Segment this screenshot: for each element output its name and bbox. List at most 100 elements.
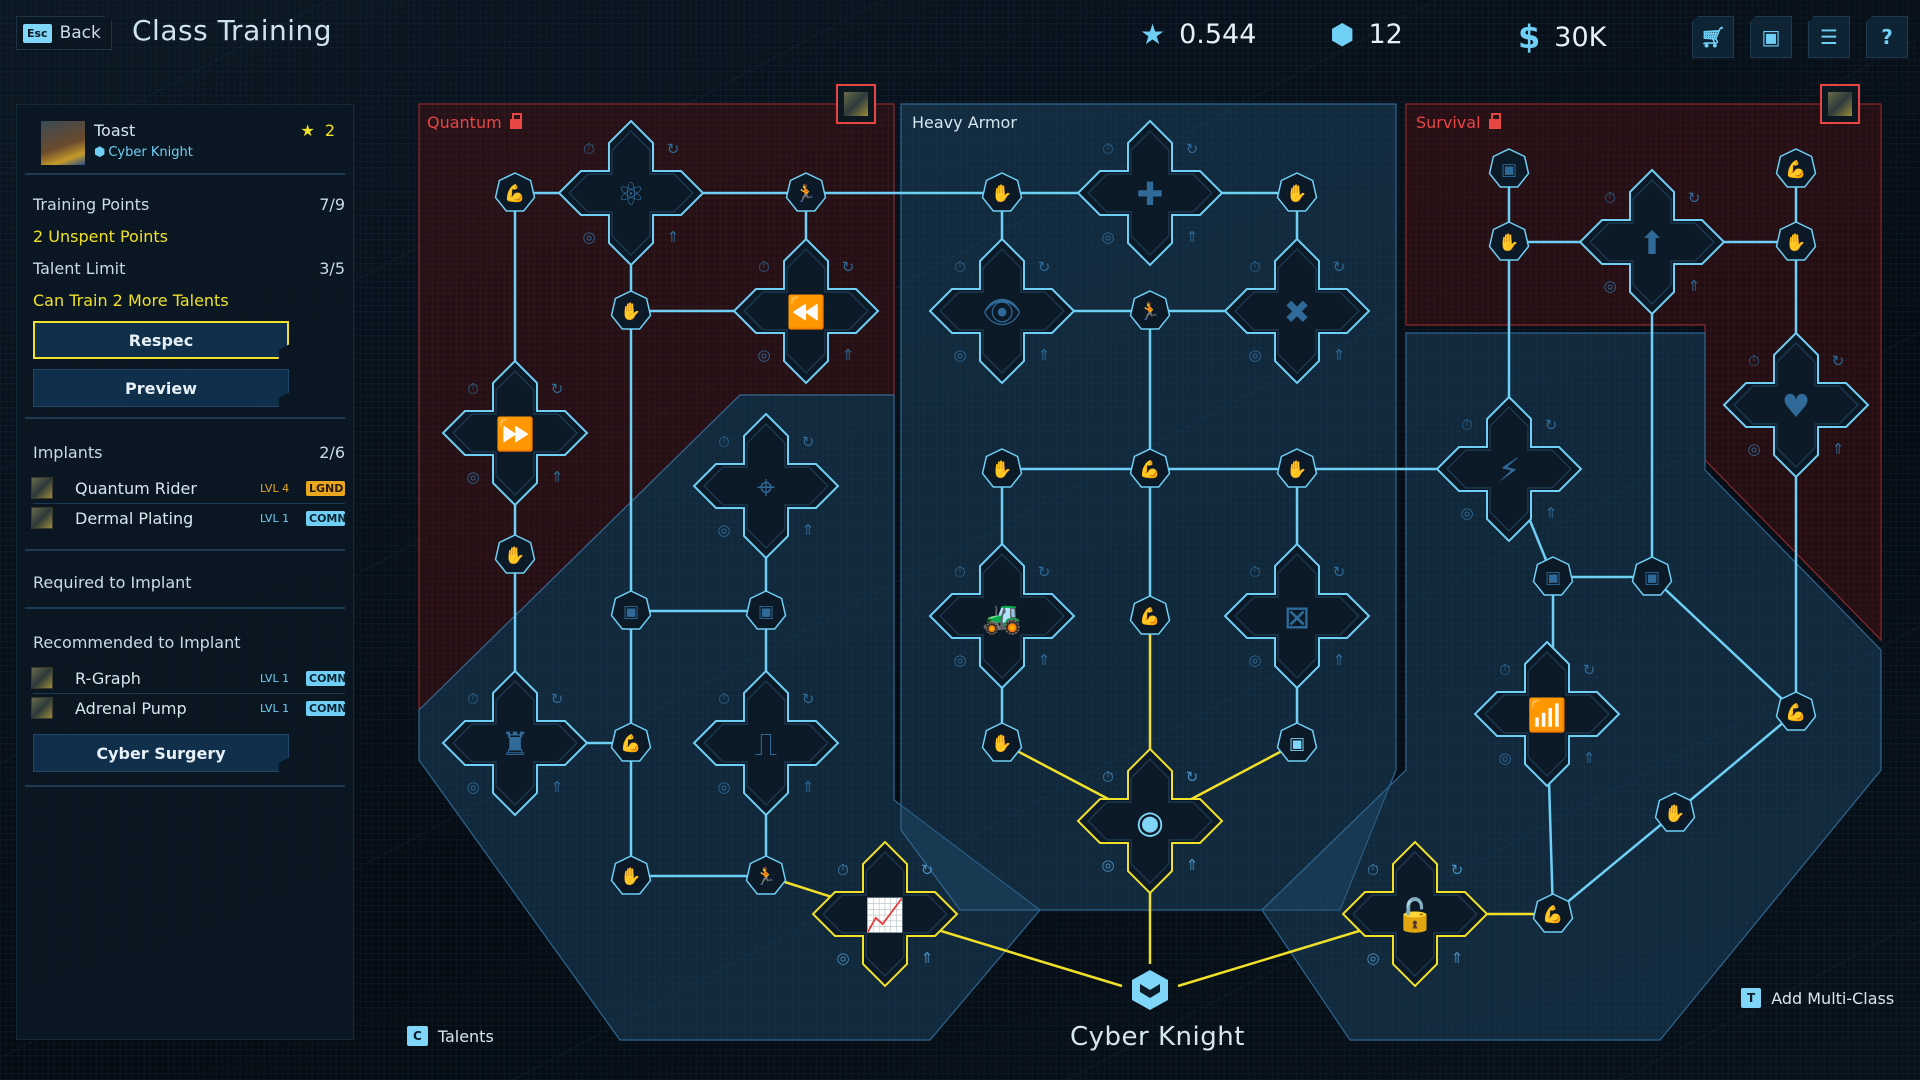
can-train-text: Can Train 2 More Talents bbox=[33, 291, 229, 310]
cooldown-icon: ↻ bbox=[1545, 416, 1558, 434]
respec-button[interactable]: Respec bbox=[33, 321, 289, 359]
range-icon: ◎ bbox=[1498, 749, 1511, 767]
survival-panel-title: Survival bbox=[1416, 113, 1501, 132]
range-icon: ◎ bbox=[1248, 651, 1261, 669]
upgrade-icon: ⇑ bbox=[551, 778, 564, 796]
required-label: Required to Implant bbox=[33, 573, 192, 592]
training-points-row: Training Points 7/9 bbox=[33, 195, 345, 214]
survival-title-text: Survival bbox=[1416, 113, 1481, 132]
arm-icon: 💪 bbox=[1785, 702, 1806, 723]
rank-points-value: 0.544 bbox=[1179, 19, 1257, 50]
implant-name: R-Graph bbox=[75, 668, 141, 688]
timer-icon: ⏱ bbox=[467, 690, 479, 708]
preview-button[interactable]: Preview bbox=[33, 369, 289, 407]
upgrade-icon: ⇑ bbox=[667, 228, 680, 246]
timer-icon: ⏱ bbox=[837, 861, 849, 879]
cooldown-icon: ↻ bbox=[921, 861, 934, 879]
timer-icon: ⏱ bbox=[467, 380, 479, 398]
bandage-icon: ✖ bbox=[1284, 293, 1311, 331]
training-points-label: Training Points bbox=[33, 195, 150, 214]
rarity-badge: COMN bbox=[306, 700, 347, 716]
range-icon: ◎ bbox=[717, 521, 730, 539]
class-title: Cyber Knight bbox=[1070, 1022, 1245, 1052]
timer-icon: ⏱ bbox=[1367, 861, 1379, 879]
timer-icon: ⏱ bbox=[1748, 352, 1760, 370]
cooldown-icon: ↻ bbox=[667, 140, 680, 158]
cooldown-icon: ↻ bbox=[802, 433, 815, 451]
range-icon: ◎ bbox=[1460, 504, 1473, 522]
upgrade-icon: ⇑ bbox=[1832, 440, 1845, 458]
medkit-icon: ✚ bbox=[1137, 175, 1164, 213]
rarity-badge: COMN bbox=[306, 670, 347, 686]
lock-icon bbox=[1488, 113, 1501, 129]
hand-icon: ✋ bbox=[1286, 183, 1307, 204]
list-icon: ☰ bbox=[1820, 25, 1838, 49]
back-button[interactable]: Esc Back bbox=[16, 16, 112, 50]
talents-hint[interactable]: C Talents bbox=[407, 1026, 494, 1046]
timer-icon: ⏱ bbox=[1102, 140, 1114, 158]
list-button[interactable]: ☰ bbox=[1808, 16, 1850, 58]
upgrade-icon: ⇑ bbox=[1688, 277, 1701, 295]
upgrade-icon: ⇑ bbox=[802, 521, 815, 539]
roller-icon: 🚜 bbox=[982, 598, 1022, 636]
implant-level: LVL 4 bbox=[260, 481, 290, 495]
implant-icon bbox=[31, 507, 53, 529]
class-root-icon[interactable] bbox=[1132, 970, 1168, 1010]
character-class: ⬢ Cyber Knight bbox=[94, 145, 193, 160]
shop-button[interactable]: 🛒︎ bbox=[1692, 16, 1734, 58]
rank-points-display: ★ 0.544 bbox=[1140, 18, 1256, 51]
implant-chip-icon bbox=[844, 92, 868, 116]
back-label: Back bbox=[59, 23, 101, 43]
recommended-item[interactable]: R-Graph LVL 1 COMN bbox=[17, 664, 347, 692]
run-icon: 🏃 bbox=[755, 866, 776, 887]
cooldown-icon: ↻ bbox=[1038, 258, 1051, 276]
implant-item[interactable]: Dermal Plating LVL 1 COMN bbox=[17, 504, 347, 532]
c-keycap: C bbox=[407, 1026, 428, 1046]
signal-jam-icon: 📶 bbox=[1527, 696, 1567, 734]
cooldown-icon: ↻ bbox=[1583, 661, 1596, 679]
quantum-implant-slot[interactable] bbox=[836, 84, 876, 124]
implant-icon bbox=[31, 667, 53, 689]
add-multiclass-label: Add Multi-Class bbox=[1771, 988, 1895, 1008]
upgrade-icon: ⇑ bbox=[1038, 346, 1051, 364]
implant-name: Quantum Rider bbox=[75, 478, 197, 498]
timer-icon: ⏱ bbox=[718, 690, 730, 708]
character-card-button[interactable]: ▣ bbox=[1750, 16, 1792, 58]
talent-limit-value: 3/5 bbox=[319, 259, 345, 278]
hand-icon: ✋ bbox=[1664, 803, 1685, 824]
cooldown-icon: ↻ bbox=[1186, 768, 1199, 786]
top-toolbar: 🛒︎ ▣ ☰ ? bbox=[1692, 16, 1908, 58]
survival-implant-slot[interactable] bbox=[1820, 84, 1860, 124]
help-icon: ? bbox=[1881, 25, 1893, 49]
character-header: Toast ⬢ Cyber Knight ★ 2 bbox=[25, 105, 345, 175]
implant-icon bbox=[31, 477, 53, 499]
unlock-icon: 🔓 bbox=[1395, 896, 1435, 934]
upgrade-icon: ⇑ bbox=[1451, 949, 1464, 967]
can-train-row: Can Train 2 More Talents bbox=[33, 291, 345, 310]
training-points-value: 7/9 bbox=[319, 195, 345, 214]
rook-network-icon: ♜ bbox=[501, 725, 530, 763]
cyber-surgery-button[interactable]: Cyber Surgery bbox=[33, 734, 289, 772]
range-icon: ◎ bbox=[1101, 856, 1114, 874]
heavy-armor-panel-title: Heavy Armor bbox=[912, 113, 1017, 132]
chip-icon: ▣ bbox=[1289, 734, 1305, 754]
t-keycap: T bbox=[1741, 988, 1762, 1008]
help-button[interactable]: ? bbox=[1866, 16, 1908, 58]
shock-icon: ⚡ bbox=[1498, 451, 1520, 489]
implant-item[interactable]: Quantum Rider LVL 4 LGND bbox=[17, 474, 345, 502]
hand-icon: ✋ bbox=[1286, 459, 1307, 480]
add-multiclass-hint[interactable]: T Add Multi-Class bbox=[1741, 988, 1894, 1008]
target-icon: ⌖ bbox=[757, 468, 775, 506]
timer-icon: ⏱ bbox=[718, 433, 730, 451]
shop-cart-icon: 🛒︎ bbox=[1700, 25, 1726, 49]
credits-icon: $ bbox=[1518, 18, 1541, 56]
page-title: Class Training bbox=[132, 14, 333, 47]
compress-icon: ⊠ bbox=[1284, 598, 1311, 636]
character-panel: Toast ⬢ Cyber Knight ★ 2 Training Points… bbox=[16, 104, 354, 1040]
upgrade-icon: ⇑ bbox=[1333, 651, 1346, 669]
hand-icon: ✋ bbox=[991, 733, 1012, 754]
timer-icon: ⏱ bbox=[954, 563, 966, 581]
arm-icon: 💪 bbox=[1785, 159, 1806, 180]
divider bbox=[25, 549, 345, 551]
recommended-item[interactable]: Adrenal Pump LVL 1 COMN bbox=[17, 694, 347, 722]
